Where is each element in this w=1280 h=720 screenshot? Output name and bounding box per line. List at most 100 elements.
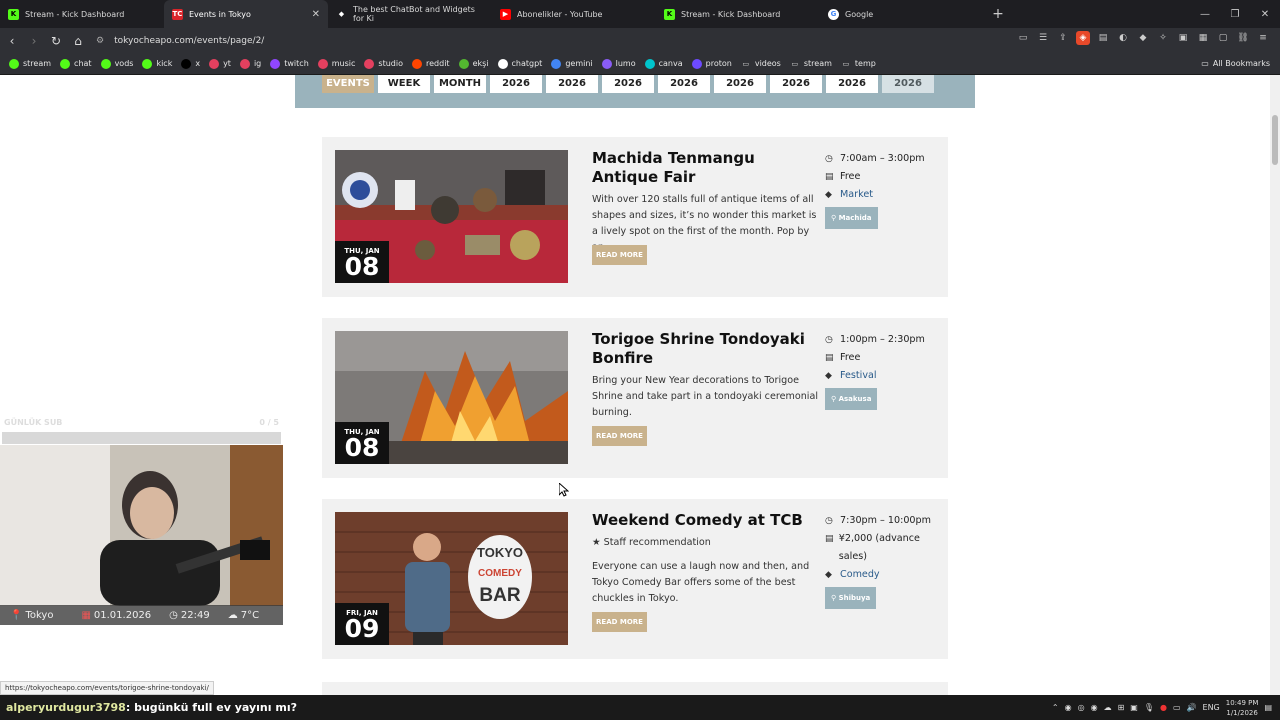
bookmark-16[interactable]: canva [644,58,683,69]
bookmark-19[interactable]: ▭ stream [790,59,832,69]
chevron-up-icon[interactable]: ⌃ [1052,703,1059,712]
bookmark-6[interactable]: yt [209,58,231,69]
site-info-icon[interactable]: ⚙ [96,36,104,46]
bookmark-7[interactable]: ig [239,58,261,69]
app-icon[interactable]: ▣ [1130,703,1138,712]
bookmark-4[interactable]: kick [142,58,172,69]
bookmark-13[interactable]: chatgpt [497,58,542,69]
filter-chip[interactable]: 2026 [546,75,598,93]
event-image[interactable]: TOKYO COMEDY BAR FRI, JAN 09 [335,512,568,645]
area-badge[interactable]: ⚲ Asakusa [825,388,878,410]
extension-icon[interactable]: ◐ [1116,31,1130,45]
cast-icon[interactable]: ▭ [1016,31,1030,45]
brave-shield-icon[interactable]: ◈ [1076,31,1090,45]
notification-icon[interactable]: ▤ [1264,703,1272,712]
link-icon[interactable]: ⛓ [1236,31,1250,45]
tab-google[interactable]: G Google [820,0,984,28]
event-category[interactable]: Comedy [840,566,880,584]
event-title[interactable]: Weekend Comedy at TCB [592,511,812,530]
cloud-icon[interactable]: ☁ [1104,703,1112,712]
puzzle-icon[interactable]: ✧ [1156,31,1170,45]
record-icon[interactable]: ● [1160,703,1167,712]
read-more-button[interactable]: READ MORE [592,245,647,265]
bookmark-1[interactable]: stream [9,58,51,69]
bookmark-label: canva [658,59,683,68]
tab-kick-dashboard[interactable]: K Stream - Kick Dashboard [0,0,164,28]
sidebar-icon[interactable]: ▣ [1176,31,1190,45]
area-badge[interactable]: ⚲ Machida [825,207,878,229]
close-icon[interactable]: ✕ [312,9,320,20]
bookmark-11[interactable]: reddit [412,58,450,69]
bookmark-15[interactable]: lumo [601,58,636,69]
discord-icon[interactable]: ◉ [1065,703,1072,712]
microphone-icon[interactable]: 🎙 [1144,703,1154,712]
bookmark-9[interactable]: music [317,58,355,69]
svg-text:TOKYO: TOKYO [477,545,523,560]
forward-icon[interactable]: › [24,31,44,51]
bookmark-label: videos [754,59,781,68]
event-time: 1:00pm – 2:30pm [840,334,925,345]
event-image[interactable]: THU, JAN 08 [335,150,568,283]
bookmark-icon [100,58,111,69]
event-title[interactable]: Torigoe Shrine Tondoyaki Bonfire [592,330,812,368]
bookmark-10[interactable]: studio [364,58,403,69]
clock[interactable]: 10:49 PM 1/1/2026 [1226,698,1259,718]
event-title[interactable]: Machida Tenmangu Antique Fair [592,149,812,187]
bookmark-17[interactable]: proton [691,58,732,69]
area-badge[interactable]: ⚲ Shibuya [825,587,877,609]
bookmark-12[interactable]: ekşi [458,58,489,69]
url-field[interactable]: ⚙ tokyocheapo.com/events/page/2/ [96,32,956,50]
bookmark-5[interactable]: x [181,58,200,69]
filter-chip[interactable]: 2026 [490,75,542,93]
maximize-button[interactable]: ❐ [1220,0,1250,28]
back-icon[interactable]: ‹ [2,31,22,51]
language-indicator[interactable]: ENG [1203,703,1220,712]
filter-chip[interactable]: 2026 [882,75,934,93]
event-image[interactable]: THU, JAN 08 [335,331,568,464]
event-category[interactable]: Market [840,186,873,204]
scroll-thumb[interactable] [1272,115,1278,165]
bookmark-20[interactable]: ▭ temp [841,59,876,69]
read-more-button[interactable]: READ MORE [592,612,647,632]
filter-chip[interactable]: 2026 [770,75,822,93]
bookmark-3[interactable]: vods [100,58,133,69]
share-icon[interactable]: ⇪ [1056,31,1070,45]
filter-chip[interactable]: WEEK [378,75,430,93]
bookmark-14[interactable]: gemini [551,58,593,69]
read-more-button[interactable]: READ MORE [592,426,647,446]
reader-icon[interactable]: ☰ [1036,31,1050,45]
volume-icon[interactable]: 🔊 [1187,703,1197,712]
network-icon[interactable]: ▭ [1173,703,1181,712]
tab-kick-dashboard-2[interactable]: K Stream - Kick Dashboard [656,0,820,28]
app-icon[interactable]: ◉ [1091,703,1098,712]
extension-icon[interactable]: ◆ [1136,31,1150,45]
tab-label: Events in Tokyo [189,9,251,19]
filter-chip[interactable]: 2026 [714,75,766,93]
scrollbar[interactable] [1270,75,1280,695]
menu-icon[interactable]: ≡ [1256,31,1270,45]
filter-chip[interactable]: 2026 [658,75,710,93]
home-icon[interactable]: ⌂ [68,31,88,51]
bookmark-2[interactable]: chat [60,58,92,69]
bookmarks-icon[interactable]: ▦ [1196,31,1210,45]
all-bookmarks-button[interactable]: ▭ All Bookmarks [1201,59,1270,68]
reload-icon[interactable]: ↻ [46,31,66,51]
filter-chip[interactable]: EVENTS [322,75,374,93]
close-window-button[interactable]: ✕ [1250,0,1280,28]
event-category[interactable]: Festival [840,367,877,385]
minimize-button[interactable]: — [1190,0,1220,28]
new-tab-button[interactable]: + [988,6,1008,22]
filter-chip[interactable]: 2026 [826,75,878,93]
tab-youtube[interactable]: ▶ Abonelikler - YouTube [492,0,656,28]
filter-chip[interactable]: 2026 [602,75,654,93]
extension-icon[interactable]: ▤ [1096,31,1110,45]
bookmark-18[interactable]: ▭ videos [741,59,781,69]
app-icon[interactable]: ◎ [1078,703,1085,712]
tab-events-in-tokyo[interactable]: TC Events in Tokyo ✕ [164,0,328,28]
tab-chatbot-widgets[interactable]: ◆ The best ChatBot and Widgets for Ki [328,0,492,28]
wallet-icon[interactable]: ▢ [1216,31,1230,45]
app-icon[interactable]: ⊞ [1118,703,1125,712]
filter-chip[interactable]: MONTH [434,75,486,93]
bookmark-icon [364,58,375,69]
bookmark-8[interactable]: twitch [270,58,309,69]
